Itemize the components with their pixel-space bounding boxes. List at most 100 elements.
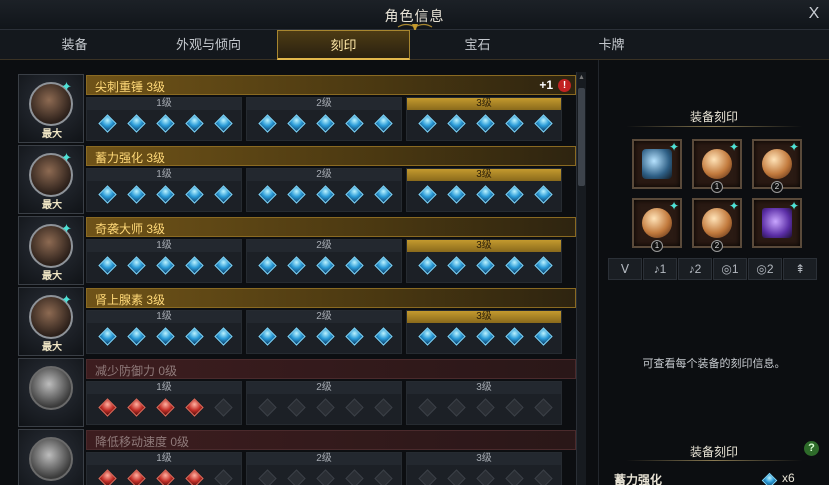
tab-gems[interactable]: 宝石 <box>411 30 544 60</box>
gem-icon <box>418 256 437 275</box>
earring-icon <box>702 149 732 179</box>
gem-row <box>91 469 239 485</box>
gem-icon <box>156 114 175 133</box>
gem-icon <box>287 398 306 417</box>
level-segment: 1级 <box>86 97 242 141</box>
close-button[interactable]: X <box>805 5 823 23</box>
gem-icon <box>156 327 175 346</box>
level-segment: 1级 <box>86 452 242 485</box>
equipment-engraving-panel: 装备刻印 ✦ ✦ 1 ✦ 2 ✦ 1 ✦ 2 ✦ ᐯ ♪1 ♪2 ◎1 ◎2 ⇞ 可查看每个装备的刻印信息。… <box>606 97 822 485</box>
filter-icon[interactable]: ᐯ <box>608 258 642 280</box>
gem-icon <box>418 327 437 346</box>
level-label: 1级 <box>87 453 241 465</box>
engraving-row[interactable]: 降低移动速度 0级 1级 2级 3级 <box>18 429 576 485</box>
gem-icon <box>127 114 146 133</box>
stone-slot[interactable]: ✦ <box>752 198 802 248</box>
tab-appearance[interactable]: 外观与倾向 <box>142 30 275 60</box>
earring-slot[interactable]: ✦ 1 <box>692 139 742 193</box>
gem-icon <box>98 114 117 133</box>
slot-number: 2 <box>711 240 723 252</box>
gem-icon <box>476 469 495 485</box>
earring-icon <box>762 149 792 179</box>
level-label: 3级 <box>407 382 561 394</box>
gem-icon <box>185 256 204 275</box>
engraving-row[interactable]: ✦ 最大 尖刺重锤 3级 +1! 1级 2级 3级 <box>18 74 576 143</box>
gem-row <box>411 469 559 485</box>
gem-icon <box>258 185 277 204</box>
gem-row <box>91 398 239 421</box>
gem-row <box>91 114 239 137</box>
gem-icon <box>534 327 553 346</box>
help-icon[interactable]: ? <box>804 441 819 456</box>
level-segment: 2级 <box>246 97 402 141</box>
filter-icon[interactable]: ♪1 <box>643 258 677 280</box>
level-label: 1级 <box>87 169 241 181</box>
gem-icon <box>374 327 393 346</box>
alert-icon[interactable]: ! <box>558 79 571 92</box>
tab-cards[interactable]: 卡牌 <box>545 30 678 60</box>
gem-icon <box>156 185 175 204</box>
gem-icon <box>476 185 495 204</box>
gem-icon <box>316 256 335 275</box>
gem-icon <box>534 469 553 485</box>
level-segment: 2级 <box>246 452 402 485</box>
plus-icon: ✦ <box>788 199 799 213</box>
filter-icon[interactable]: ◎1 <box>713 258 747 280</box>
tab-equipment[interactable]: 装备 <box>8 30 141 60</box>
ring-slot[interactable]: ✦ 1 <box>632 198 682 252</box>
gem-icon <box>258 327 277 346</box>
level-segment: 1级 <box>86 310 242 354</box>
engraving-row[interactable]: ✦ 最大 肾上腺素 3级 1级 2级 3级 <box>18 287 576 356</box>
engraving-row[interactable]: ✦ 最大 蓄力强化 3级 1级 2级 3级 <box>18 145 576 214</box>
gem-icon <box>476 327 495 346</box>
gem-icon <box>316 185 335 204</box>
ring-slot[interactable]: ✦ 2 <box>692 198 742 252</box>
gem-icon <box>505 398 524 417</box>
gem-icon <box>156 469 175 485</box>
gem-icon <box>476 256 495 275</box>
engraving-name: 减少防御力 0级 <box>95 364 178 378</box>
earring-slot[interactable]: ✦ 2 <box>752 139 802 193</box>
neck-slot[interactable]: ✦ <box>632 139 682 189</box>
gem-row <box>251 398 399 421</box>
engraving-icon: ✦ 最大 <box>18 287 84 356</box>
gem-icon <box>447 185 466 204</box>
level-label: 3级 <box>407 453 561 465</box>
gem-icon <box>98 185 117 204</box>
panel-divider <box>598 60 599 485</box>
gem-icon <box>127 398 146 417</box>
max-badge: 最大 <box>42 271 62 282</box>
gem-icon <box>287 114 306 133</box>
filter-icon[interactable]: ◎2 <box>748 258 782 280</box>
gem-icon <box>505 114 524 133</box>
level-segment: 3级 <box>406 381 562 425</box>
gem-row <box>251 327 399 350</box>
gem-icon <box>345 256 364 275</box>
engraving-row[interactable]: 减少防御力 0级 1级 2级 3级 <box>18 358 576 427</box>
gem-row <box>411 114 559 137</box>
slot-filter-bar: ᐯ ♪1 ♪2 ◎1 ◎2 ⇞ <box>608 258 820 280</box>
engraving-icon <box>18 358 84 427</box>
level-label: 2级 <box>247 453 401 465</box>
engraving-icon: ✦ 最大 <box>18 74 84 143</box>
gem-row <box>411 327 559 350</box>
gem-icon <box>345 327 364 346</box>
gem-icon <box>258 256 277 275</box>
plus-icon: ✦ <box>728 140 739 154</box>
gem-icon <box>505 469 524 485</box>
gem-icon <box>316 114 335 133</box>
engraving-row[interactable]: ✦ 最大 奇袭大师 3级 1级 2级 3级 <box>18 216 576 285</box>
scroll-up-icon[interactable]: ▲ <box>578 74 585 82</box>
tab-engraving[interactable]: 刻印 <box>277 30 410 60</box>
scrollbar-thumb[interactable] <box>578 88 585 186</box>
gem-row <box>251 114 399 137</box>
level-segment: 2级 <box>246 168 402 212</box>
level-segment: 2级 <box>246 239 402 283</box>
max-badge: 最大 <box>42 129 62 140</box>
summary-engraving-name: 蓄力强化 <box>614 473 663 485</box>
gem-icon <box>156 256 175 275</box>
filter-icon[interactable]: ♪2 <box>678 258 712 280</box>
gem-icon <box>316 469 335 485</box>
filter-icon[interactable]: ⇞ <box>783 258 817 280</box>
gem-icon <box>505 185 524 204</box>
